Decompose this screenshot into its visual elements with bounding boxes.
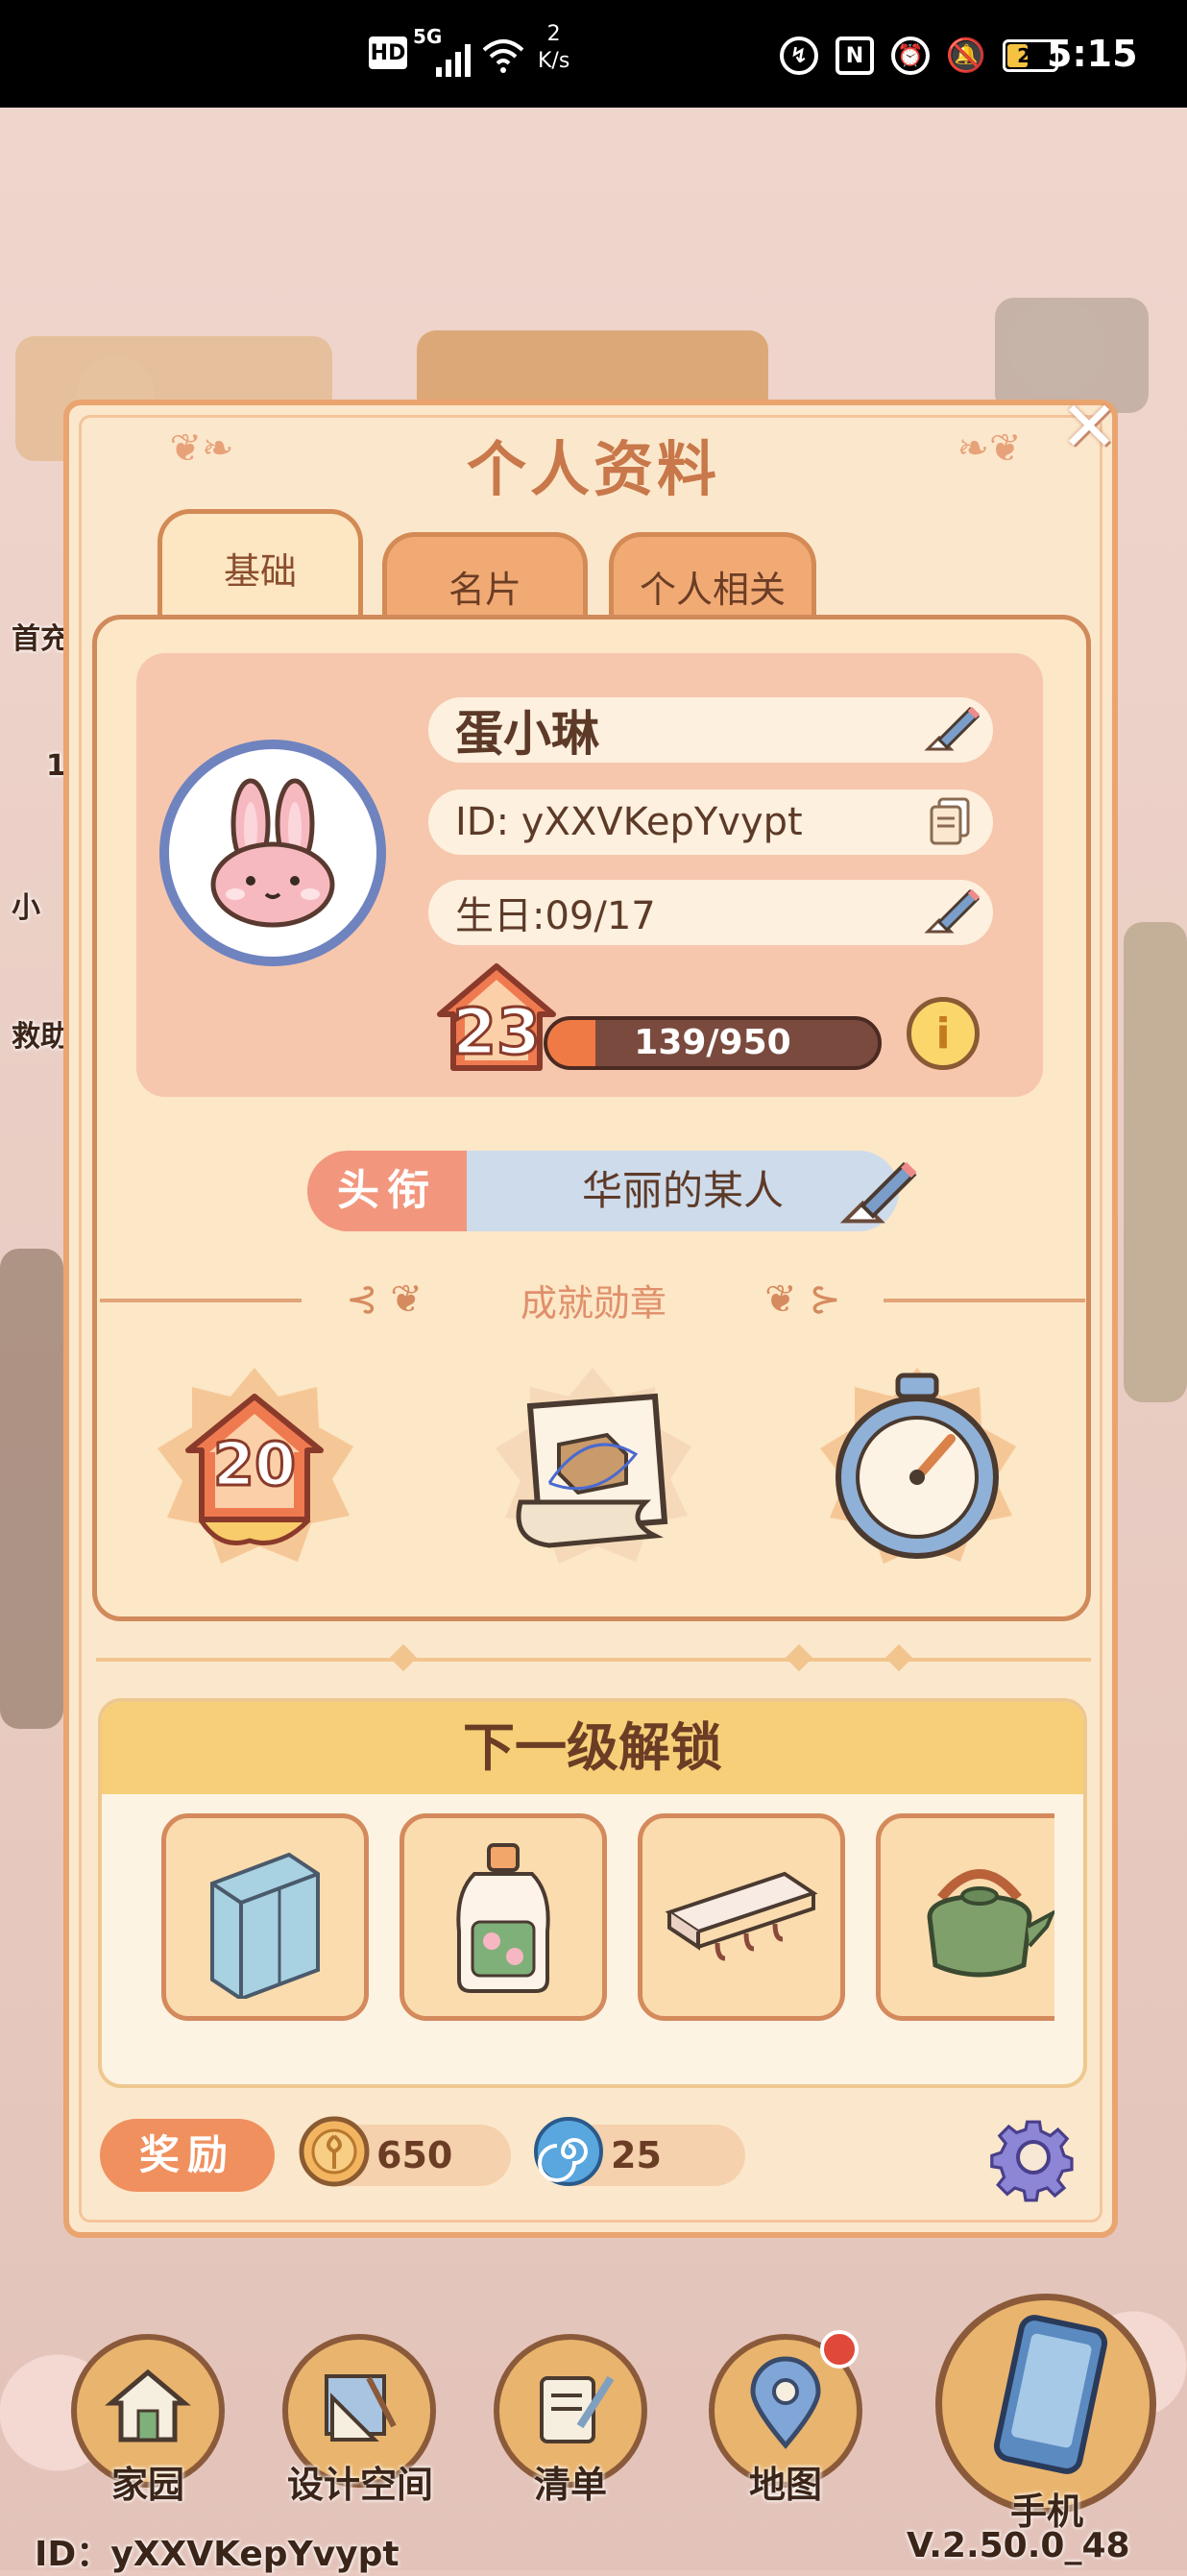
notification-dot xyxy=(820,2330,859,2369)
section-divider xyxy=(96,1658,1091,1662)
achievements-header: 成就勋章 xyxy=(520,1282,666,1324)
stopwatch-medal-icon[interactable] xyxy=(807,1358,1028,1579)
nickname-field: 蛋小琳 xyxy=(428,697,993,763)
user-id: ID: yXXVKepYvypt xyxy=(455,800,803,844)
edit-pencil-icon[interactable] xyxy=(922,884,983,941)
unlock-item[interactable] xyxy=(638,1813,845,2021)
alarm-icon: ⏰ xyxy=(891,36,930,75)
title-label: 头衔 xyxy=(307,1151,467,1231)
title-ornament-right: ❧❦ xyxy=(957,426,1022,471)
edit-title-pencil-icon[interactable] xyxy=(839,1154,922,1231)
copy-icon[interactable] xyxy=(922,793,983,851)
nav-design-label[interactable]: 设计空间 xyxy=(259,2455,461,2508)
level-number: 23 xyxy=(451,994,543,1071)
coin-icon xyxy=(299,2116,370,2187)
speed-value: 2 xyxy=(546,22,561,46)
coin-amount: 650 xyxy=(376,2134,453,2176)
cabinet-icon xyxy=(210,1852,320,1999)
edit-pencil-icon[interactable] xyxy=(922,701,983,759)
tab-basic[interactable]: 基础 xyxy=(157,509,363,622)
unlock-item[interactable] xyxy=(161,1813,369,2021)
status-icons: ↯ N ⏰ 🔕 20 xyxy=(780,35,1058,77)
map-pin-icon xyxy=(750,2356,821,2449)
nav-home-label[interactable]: 家园 xyxy=(61,2455,234,2508)
next-level-unlock-header: 下一级解锁 xyxy=(102,1702,1083,1794)
medal-number: 20 xyxy=(213,1429,296,1499)
bunny-avatar-icon xyxy=(210,778,335,928)
signal-icon xyxy=(436,38,471,77)
birthday-field: 生日:09/17 xyxy=(428,880,993,945)
wifi-icon xyxy=(482,35,524,77)
user-id-field: ID: yXXVKepYvypt xyxy=(428,790,993,855)
gem-amount: 25 xyxy=(611,2134,662,2176)
hd-indicator: HD xyxy=(369,36,407,69)
kettle-icon xyxy=(927,1869,1054,1978)
unlock-item[interactable] xyxy=(876,1813,1054,2021)
data-saver-icon: ↯ xyxy=(780,36,818,75)
level-info-button[interactable]: i xyxy=(907,997,980,1070)
avatar[interactable] xyxy=(159,740,386,966)
detergent-bottle-icon xyxy=(456,1843,550,1993)
battery-level: 20 xyxy=(1017,44,1044,67)
nfc-icon: N xyxy=(836,36,874,75)
panel-title: 个人资料 xyxy=(466,434,720,504)
side-label-rescue[interactable]: 救助 xyxy=(12,1012,69,1055)
checklist-quill-icon xyxy=(540,2375,615,2443)
version-label: V.2.50.0_48 xyxy=(907,2526,1130,2565)
clock: 5:15 xyxy=(1047,33,1138,75)
birthday: 生日:09/17 xyxy=(455,894,656,938)
network-speed: 2 K/s xyxy=(538,21,569,75)
footer-user-id: ID：yXXVKepYvypt xyxy=(35,2535,400,2574)
ruler-triangle-icon xyxy=(325,2374,397,2442)
title-value[interactable]: 华丽的某人 xyxy=(467,1151,899,1231)
blueprint-scroll-medal-icon[interactable] xyxy=(482,1358,703,1579)
settings-gear-icon[interactable] xyxy=(985,2109,1081,2205)
level-20-medal-icon[interactable]: 20 xyxy=(144,1358,365,1579)
room-scene-right xyxy=(1124,922,1187,1402)
wall-shelf-icon xyxy=(665,1871,818,1961)
title-ornament-left: ❦❧ xyxy=(169,426,234,471)
phone-icon xyxy=(993,2315,1108,2474)
status-bar: HD 5G 2 K/s ↯ N ⏰ 🔕 20 5:15 xyxy=(0,0,1187,108)
mute-bell-icon: 🔕 xyxy=(945,36,987,75)
xp-text: 139/950 xyxy=(634,1023,791,1062)
nav-list-label[interactable]: 清单 xyxy=(484,2455,657,2508)
nickname: 蛋小琳 xyxy=(455,706,599,762)
swirl-gem-icon xyxy=(534,2117,603,2186)
speed-unit: K/s xyxy=(538,49,570,73)
unlock-items-strip[interactable] xyxy=(154,1806,1054,2032)
rewards-label: 奖励 xyxy=(100,2119,275,2192)
side-label-first-charge[interactable]: 首充 xyxy=(12,615,69,657)
unlock-item[interactable] xyxy=(400,1813,607,2021)
nav-map-label[interactable]: 地图 xyxy=(699,2455,872,2508)
house-icon xyxy=(105,2369,191,2442)
side-label-small[interactable]: 小 xyxy=(12,884,40,926)
